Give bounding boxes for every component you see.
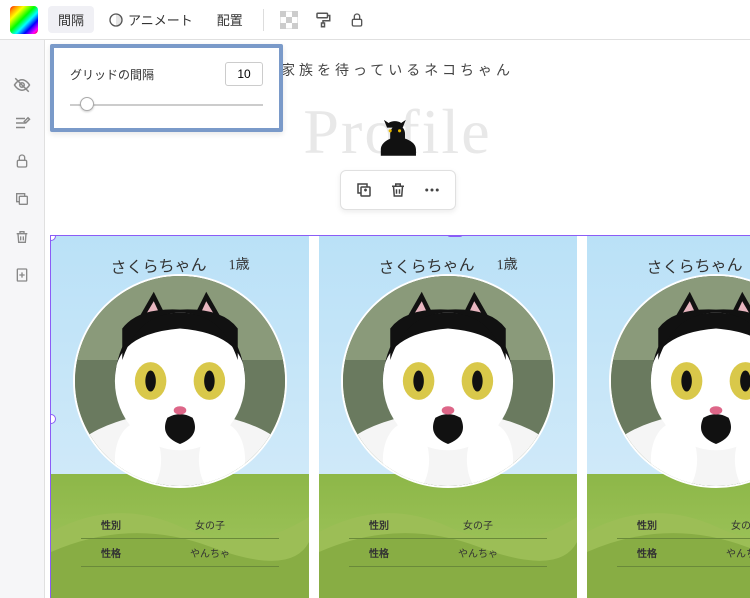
- paint-roller-icon: [314, 11, 332, 29]
- lock-button[interactable]: [342, 5, 372, 35]
- trash-icon: [14, 229, 30, 245]
- page-title-wrap: 家族を待っているネコちゃん: [281, 60, 514, 84]
- row-val: やんちゃ: [409, 545, 547, 560]
- cat-age: 1歳: [496, 258, 518, 274]
- position-button[interactable]: 配置: [207, 6, 253, 33]
- cat-photo: [609, 274, 750, 488]
- add-page-icon: [14, 267, 30, 283]
- top-toolbar: 間隔 アニメート 配置: [0, 0, 750, 40]
- paint-roller-button[interactable]: [308, 5, 338, 35]
- row-key: 性格: [349, 545, 409, 560]
- table-row: 性別 女の子: [349, 511, 547, 539]
- row-key: 性別: [617, 517, 677, 532]
- cat-photo: [341, 274, 555, 488]
- selection-group[interactable]: さくらちゃん 1歳: [50, 235, 750, 598]
- profile-card[interactable]: さくらちゃん 1歳: [587, 236, 750, 598]
- eye-off-icon: [13, 76, 31, 94]
- color-picker-button[interactable]: [10, 6, 38, 34]
- cat-photo-svg: [611, 276, 750, 486]
- row-val: やんちゃ: [677, 545, 750, 560]
- trash-icon: [389, 181, 407, 199]
- popover-row: グリッドの間隔: [70, 62, 263, 86]
- cat-photo-svg: [343, 276, 553, 486]
- table-row: 性格 やんちゃ: [349, 539, 547, 567]
- add-page-button[interactable]: [12, 265, 32, 285]
- transparency-icon: [280, 11, 298, 29]
- notes-button[interactable]: [12, 113, 32, 133]
- cat-photo-svg: [75, 276, 285, 486]
- row-key: 性格: [81, 545, 141, 560]
- row-val: 女の子: [141, 517, 279, 532]
- profile-card[interactable]: さくらちゃん 1歳: [51, 236, 309, 598]
- cat-age: 1歳: [228, 258, 250, 274]
- card-table: 性別 女の子 性格 やんちゃ: [81, 511, 279, 567]
- position-label: 配置: [217, 10, 243, 29]
- spacing-label: 間隔: [58, 10, 84, 29]
- duplicate-float-button[interactable]: [351, 177, 377, 203]
- grid-spacing-input[interactable]: [225, 62, 263, 86]
- duplicate-icon: [355, 181, 373, 199]
- delete-button[interactable]: [12, 227, 32, 247]
- table-row: 性別 女の子: [617, 511, 750, 539]
- slider-track: [70, 104, 263, 106]
- table-row: 性別 女の子: [81, 511, 279, 539]
- table-row: 性格 やんちゃ: [617, 539, 750, 567]
- cat-silhouette-icon: [373, 112, 423, 165]
- grid-spacing-slider[interactable]: [70, 98, 263, 112]
- cat-photo: [73, 274, 287, 488]
- canvas[interactable]: Profile 家族を待っているネコちゃん さくらちゃん: [45, 40, 750, 598]
- duplicate-button[interactable]: [12, 189, 32, 209]
- card-table: 性別 女の子 性格 やんちゃ: [349, 511, 547, 567]
- transparency-button[interactable]: [274, 5, 304, 35]
- separator: [263, 9, 264, 31]
- card-table: 性別 女の子 性格 やんちゃ: [617, 511, 750, 567]
- row-val: やんちゃ: [141, 545, 279, 560]
- row-val: 女の子: [409, 517, 547, 532]
- lock-icon: [349, 12, 365, 28]
- animate-icon: [108, 12, 124, 28]
- copy-icon: [14, 191, 30, 207]
- row-key: 性別: [81, 517, 141, 532]
- animate-label: アニメート: [128, 10, 193, 29]
- row-val: 女の子: [677, 517, 750, 532]
- grid-spacing-label: グリッドの間隔: [70, 66, 154, 83]
- notes-icon: [13, 114, 31, 132]
- table-row: 性格 やんちゃ: [81, 539, 279, 567]
- more-float-button[interactable]: [419, 177, 445, 203]
- page-title: 家族を待っているネコちゃん: [281, 60, 514, 80]
- delete-float-button[interactable]: [385, 177, 411, 203]
- slider-thumb[interactable]: [80, 97, 94, 111]
- lock-rail-button[interactable]: [12, 151, 32, 171]
- profile-card[interactable]: さくらちゃん 1歳: [319, 236, 577, 598]
- resize-handle[interactable]: [447, 235, 463, 237]
- visibility-button[interactable]: [12, 75, 32, 95]
- lock-icon: [14, 153, 30, 169]
- more-icon: [423, 181, 441, 199]
- left-rail: [0, 40, 45, 598]
- row-key: 性格: [617, 545, 677, 560]
- floating-toolbar: [340, 170, 456, 210]
- row-key: 性別: [349, 517, 409, 532]
- spacing-button[interactable]: 間隔: [48, 6, 94, 33]
- animate-button[interactable]: アニメート: [98, 6, 203, 33]
- spacing-popover: グリッドの間隔: [50, 44, 283, 132]
